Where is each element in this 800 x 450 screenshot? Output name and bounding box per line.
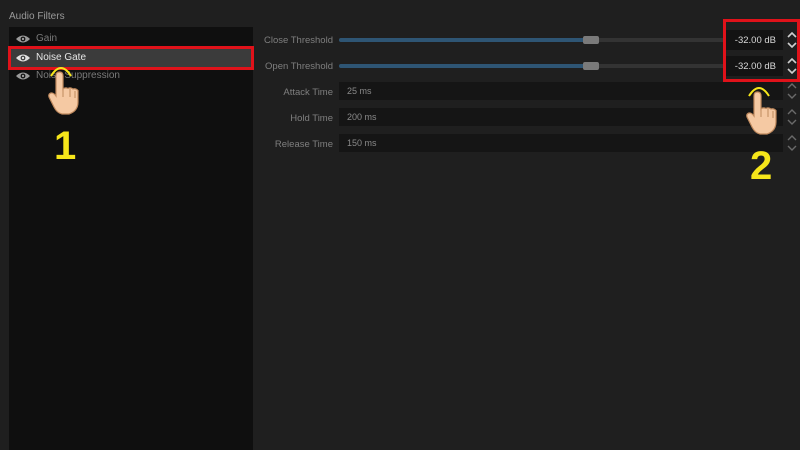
audio-filters-window: Audio Filters Gain Noise Gate Noise Supp…	[0, 0, 800, 450]
slider-fill	[339, 64, 591, 68]
step-number-1: 1	[54, 124, 77, 168]
eye-icon[interactable]	[15, 71, 31, 81]
release-time-label: Release Time	[274, 139, 333, 150]
highlight-box-noise-gate	[8, 46, 254, 70]
click-ripple-icon	[50, 67, 72, 77]
window-title: Audio Filters	[9, 11, 65, 22]
attack-time-label: Attack Time	[283, 87, 333, 98]
close-threshold-slider[interactable]	[339, 36, 726, 44]
click-ripple-icon	[748, 87, 770, 97]
eye-icon[interactable]	[15, 34, 31, 44]
slider-fill	[339, 38, 591, 42]
open-threshold-slider[interactable]	[339, 62, 726, 70]
slider-handle[interactable]	[583, 36, 599, 44]
open-threshold-label: Open Threshold	[265, 61, 333, 72]
release-time-input[interactable]: 150 ms	[339, 134, 783, 152]
close-threshold-label: Close Threshold	[263, 35, 333, 46]
release-time-spinner[interactable]	[786, 132, 798, 154]
step-number-2: 2	[750, 144, 773, 188]
hold-time-label: Hold Time	[290, 113, 333, 124]
hold-time-spinner[interactable]	[786, 106, 798, 128]
hold-time-input[interactable]: 200 ms	[339, 108, 783, 126]
slider-handle[interactable]	[583, 62, 599, 70]
attack-time-spinner[interactable]	[786, 80, 798, 102]
attack-time-input[interactable]: 25 ms	[339, 82, 783, 100]
filter-label: Gain	[36, 33, 58, 44]
highlight-box-threshold-values	[723, 19, 800, 82]
